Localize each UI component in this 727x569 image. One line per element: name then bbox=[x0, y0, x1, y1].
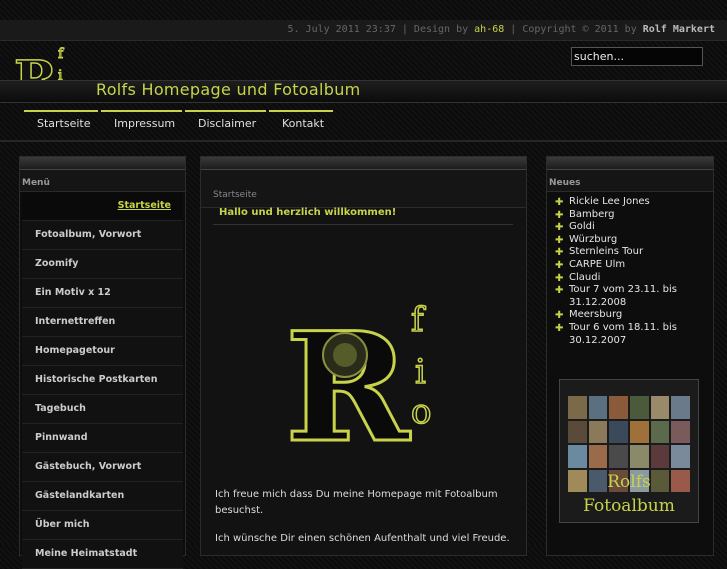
menu-item-homepagetour[interactable]: Homepagetour bbox=[22, 337, 183, 366]
big-logo-image: R f i o bbox=[284, 299, 433, 456]
menu-item-postkarten[interactable]: Historische Postkarten bbox=[22, 366, 183, 395]
content-panel-head bbox=[201, 157, 526, 170]
menu-item-ueber-mich[interactable]: Über mich bbox=[22, 511, 183, 540]
copyright-info: 5. July 2011 23:37 | Design by ah-68 | C… bbox=[287, 24, 716, 35]
news-item[interactable]: ✚ Tour 6 vom 18.11. bis 30.12.2007 bbox=[547, 322, 713, 347]
menu-item-gaestelandkarten[interactable]: Gästelandkarten bbox=[22, 482, 183, 511]
fotoalbum-thumbnail[interactable]: Rolfs Fotoalbum bbox=[559, 379, 699, 523]
news-item[interactable]: ✚ Bamberg bbox=[547, 209, 713, 222]
designer-link[interactable]: ah-68 bbox=[474, 24, 504, 35]
content-panel: Startseite Hallo und herzlich willkommen… bbox=[200, 156, 527, 556]
news-item[interactable]: ✚ CARPE Ulm bbox=[547, 259, 713, 272]
owner-name: Rolf Markert bbox=[642, 24, 715, 35]
svg-text:o: o bbox=[411, 392, 431, 432]
welcome-divider bbox=[213, 224, 513, 225]
menu-item-zoomify[interactable]: Zoomify bbox=[22, 250, 183, 279]
svg-text:f: f bbox=[58, 46, 65, 62]
menu-panel-head bbox=[20, 157, 185, 170]
nav-kontakt[interactable]: Kontakt bbox=[269, 110, 333, 132]
menu-item-internettreffen[interactable]: Internettreffen bbox=[22, 308, 183, 337]
menu-item-startseite[interactable]: Startseite bbox=[22, 192, 183, 221]
content-title: Startseite bbox=[201, 170, 526, 208]
thumb-title-line2: Fotoalbum bbox=[583, 496, 675, 516]
svg-text:f: f bbox=[411, 300, 426, 340]
menu-item-fotoalbum[interactable]: Fotoalbum, Vorwort bbox=[22, 221, 183, 250]
menu-item-heimatstadt[interactable]: Meine Heimatstadt bbox=[22, 540, 183, 569]
nav-disclaimer[interactable]: Disclaimer bbox=[185, 110, 266, 132]
news-item[interactable]: ✚ Sternleins Tour bbox=[547, 246, 713, 259]
intro-text: Ich freue mich dass Du meine Homepage mi… bbox=[215, 489, 498, 516]
svg-text:i: i bbox=[415, 352, 426, 392]
news-item[interactable]: ✚ Rickie Lee Jones bbox=[547, 196, 713, 209]
menu-item-pinnwand[interactable]: Pinnwand bbox=[22, 424, 183, 453]
nav-startseite[interactable]: Startseite bbox=[24, 110, 98, 132]
news-panel-head bbox=[547, 157, 713, 170]
thumb-title-line1: Rolfs bbox=[607, 472, 651, 492]
menu-panel: Menü Startseite Fotoalbum, Vorwort Zoomi… bbox=[19, 156, 186, 569]
site-title: Rolfs Homepage und Fotoalbum bbox=[96, 80, 361, 99]
search-input[interactable] bbox=[571, 47, 703, 66]
date-text: 5. July 2011 23:37 bbox=[287, 24, 396, 35]
welcome-heading: Hallo und herzlich willkommen! bbox=[219, 207, 397, 218]
news-item[interactable]: ✚ Würzburg bbox=[547, 234, 713, 247]
news-item[interactable]: ✚ Tour 7 vom 23.11. bis 31.12.2008 bbox=[547, 284, 713, 309]
news-item[interactable]: ✚ Goldi bbox=[547, 221, 713, 234]
news-panel: Neues ✚ Rickie Lee Jones ✚ Bamberg ✚ Goldi … bbox=[546, 156, 714, 556]
top-nav: Startseite Impressum Disclaimer Kontakt bbox=[24, 110, 336, 134]
plus-icon: ✚ bbox=[555, 322, 564, 334]
news-title: Neues bbox=[547, 170, 713, 192]
news-item[interactable]: ✚ Meersburg bbox=[547, 309, 713, 322]
menu-item-tagebuch[interactable]: Tagebuch bbox=[22, 395, 183, 424]
menu-item-ein-motiv[interactable]: Ein Motiv x 12 bbox=[22, 279, 183, 308]
menu-title: Menü bbox=[20, 170, 185, 192]
news-list: ✚ Rickie Lee Jones ✚ Bamberg ✚ Goldi ✚ Würzb… bbox=[547, 196, 713, 347]
nav-impressum[interactable]: Impressum bbox=[101, 110, 182, 132]
header-divider bbox=[0, 140, 727, 142]
news-item[interactable]: ✚ Claudi bbox=[547, 272, 713, 285]
plus-icon: ✚ bbox=[555, 285, 564, 297]
menu-item-gaestebuch[interactable]: Gästebuch, Vorwort bbox=[22, 453, 183, 482]
